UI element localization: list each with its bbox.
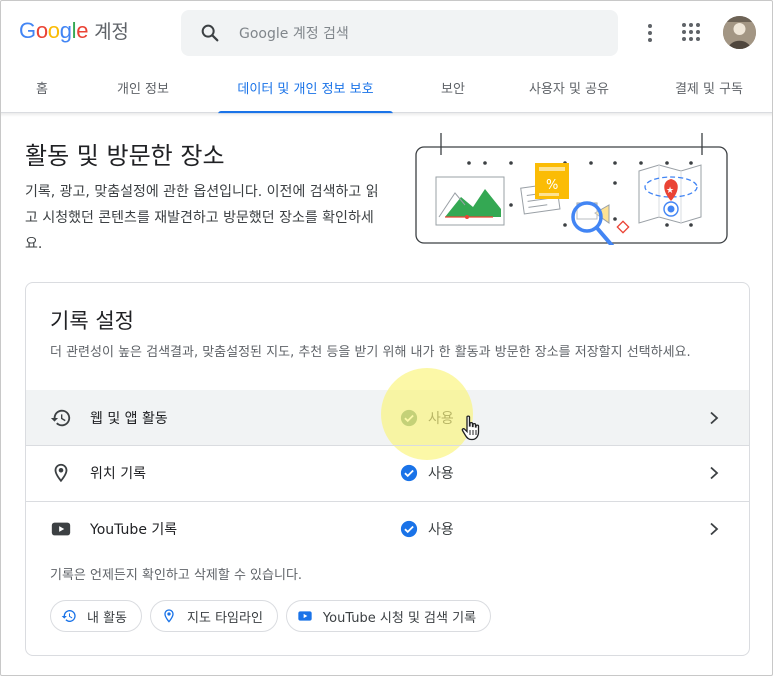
more-vert-icon[interactable] bbox=[641, 22, 659, 44]
chip-label: 내 활동 bbox=[87, 610, 128, 626]
location-pin-icon bbox=[164, 609, 174, 623]
maps-timeline-chip[interactable]: 지도 타임라인 bbox=[150, 600, 278, 632]
chevron-right-icon bbox=[710, 411, 719, 424]
youtube-history-chip[interactable]: YouTube 시청 및 검색 기록 bbox=[285, 600, 492, 632]
history-settings-card: 기록 설정 더 관련성이 높은 검색결과, 맞춤설정된 지도, 추천 등을 받기… bbox=[25, 282, 750, 656]
tab-payments-subscriptions[interactable]: 결제 및 구독 bbox=[661, 67, 757, 113]
activity-illustration: % ★ bbox=[415, 133, 728, 245]
avatar-image bbox=[723, 16, 756, 49]
location-pin-icon bbox=[54, 463, 68, 483]
chevron-right-icon bbox=[710, 522, 719, 536]
svg-text:%: % bbox=[546, 178, 558, 193]
hand-cursor-icon bbox=[461, 415, 480, 441]
logo-letter: G bbox=[19, 18, 36, 43]
chip-label: 지도 타임라인 bbox=[187, 610, 263, 626]
chevron-right-icon bbox=[710, 466, 719, 480]
status-text: 사용 bbox=[428, 466, 454, 482]
row-location-history[interactable]: 위치 기록 사용 bbox=[26, 445, 749, 500]
card-description: 더 관련성이 높은 검색결과, 맞춤설정된 지도, 추천 등을 받기 위해 내가… bbox=[50, 345, 691, 360]
history-icon bbox=[50, 409, 71, 426]
tab-shadow bbox=[1, 113, 772, 117]
svg-text:★: ★ bbox=[666, 186, 674, 196]
google-account-logo[interactable]: Google 계정 bbox=[19, 17, 129, 44]
check-circle-icon bbox=[400, 520, 418, 538]
tab-personal-info[interactable]: 개인 정보 bbox=[101, 67, 185, 113]
card-title: 기록 설정 bbox=[50, 309, 134, 333]
browser-frame: Google 계정 Google 계정 검색 홈 개인 정보 데이터 및 개인 … bbox=[0, 0, 773, 676]
page-title: 활동 및 방문한 장소 bbox=[25, 142, 225, 170]
youtube-icon bbox=[298, 611, 312, 621]
row-label: 위치 기록 bbox=[90, 466, 146, 482]
row-youtube-history[interactable]: YouTube 기록 사용 bbox=[26, 501, 749, 556]
search-icon bbox=[201, 24, 219, 42]
top-app-bar: Google 계정 Google 계정 검색 bbox=[1, 1, 772, 67]
status-badge: 사용 bbox=[400, 463, 454, 483]
page-description: 기록, 광고, 맞춤설정에 관한 옵션입니다. 이전에 검색하고 읽고 시청했던… bbox=[25, 184, 379, 252]
avatar[interactable] bbox=[723, 16, 756, 49]
search-box[interactable]: Google 계정 검색 bbox=[181, 10, 618, 56]
tab-data-privacy[interactable]: 데이터 및 개인 정보 보호 bbox=[218, 67, 393, 114]
tab-home[interactable]: 홈 bbox=[21, 67, 63, 113]
history-icon bbox=[61, 610, 76, 622]
logo-letter: o bbox=[35, 18, 48, 43]
row-label: 웹 및 앱 활동 bbox=[90, 410, 168, 427]
history-chips: 내 활동 지도 타임라인 YouTube 시청 및 검색 기록 bbox=[50, 600, 499, 632]
youtube-icon bbox=[51, 522, 71, 536]
row-label: YouTube 기록 bbox=[90, 522, 178, 538]
account-label: 계정 bbox=[94, 21, 129, 43]
history-note: 기록은 언제든지 확인하고 삭제할 수 있습니다. bbox=[50, 568, 303, 583]
nav-tabs: 홈 개인 정보 데이터 및 개인 정보 보호 보안 사용자 및 공유 결제 및 … bbox=[1, 67, 772, 114]
logo-letter: e bbox=[76, 18, 89, 43]
chip-label: YouTube 시청 및 검색 기록 bbox=[322, 610, 477, 626]
tab-people-sharing[interactable]: 사용자 및 공유 bbox=[513, 67, 625, 113]
search-placeholder: Google 계정 검색 bbox=[239, 26, 349, 42]
check-circle-icon bbox=[400, 464, 418, 482]
status-badge: 사용 bbox=[400, 519, 454, 539]
logo-letter: g bbox=[59, 18, 72, 43]
status-text: 사용 bbox=[428, 522, 454, 538]
my-activity-chip[interactable]: 내 활동 bbox=[50, 600, 143, 632]
tab-security[interactable]: 보안 bbox=[428, 67, 478, 113]
apps-grid-icon[interactable] bbox=[682, 23, 700, 41]
logo-letter: o bbox=[47, 18, 60, 43]
